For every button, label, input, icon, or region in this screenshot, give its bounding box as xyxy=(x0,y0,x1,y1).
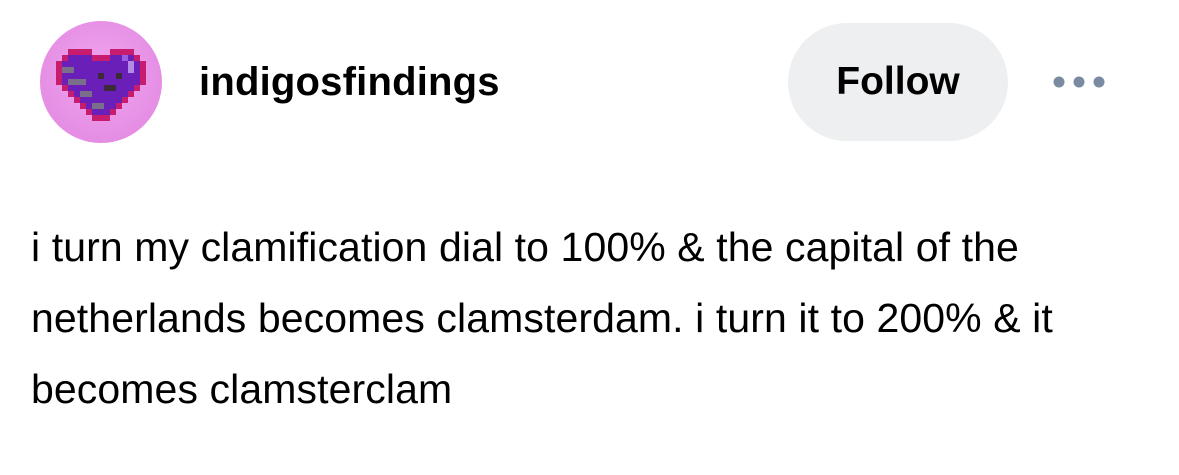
pixel-heart-icon xyxy=(56,49,146,121)
avatar[interactable] xyxy=(40,21,162,143)
more-options-icon xyxy=(1053,76,1105,88)
username[interactable]: indigosfindings xyxy=(199,60,500,105)
more-options-button[interactable] xyxy=(1040,62,1120,102)
post-header: indigosfindings Follow xyxy=(0,0,1179,165)
post: indigosfindings Follow i turn my clamifi… xyxy=(0,0,1179,475)
post-body-text: i turn my clamification dial to 100% & t… xyxy=(31,224,1053,412)
follow-button[interactable]: Follow xyxy=(788,23,1008,141)
